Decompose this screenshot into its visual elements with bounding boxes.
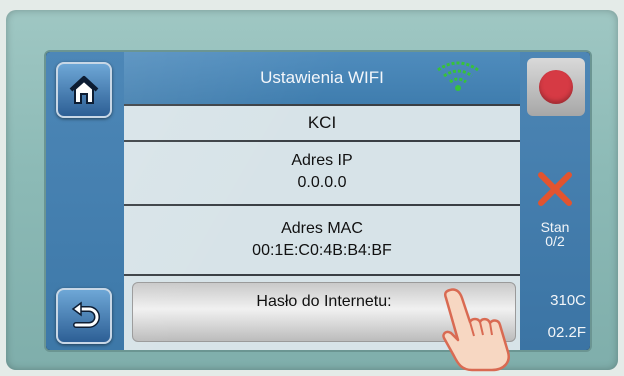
pointing-hand xyxy=(442,288,510,372)
record-icon xyxy=(539,70,573,104)
left-sidebar xyxy=(46,52,124,350)
mac-address-label: Adres MAC xyxy=(281,220,363,237)
reading-1: 310C xyxy=(550,292,586,309)
home-button[interactable] xyxy=(56,62,112,118)
title-bar: Ustawienia WIFI xyxy=(124,52,520,104)
wifi-icon xyxy=(437,61,479,91)
ip-address-value: 0.0.0.0 xyxy=(297,174,347,191)
home-icon xyxy=(69,76,99,104)
network-name-row[interactable]: KCI xyxy=(124,104,520,140)
page-title: Ustawienia WIFI xyxy=(260,68,384,87)
ip-address-row: Adres IP 0.0.0.0 xyxy=(124,140,520,204)
password-label: Hasło do Internetu: xyxy=(256,293,392,310)
status-label: Stan xyxy=(540,219,570,235)
mac-address-value: 00:1E:C0:4B:B4:BF xyxy=(252,242,392,259)
ip-address-label: Adres IP xyxy=(291,152,353,169)
back-button[interactable] xyxy=(56,288,112,344)
back-arrow-icon xyxy=(71,301,100,328)
network-name: KCI xyxy=(307,113,337,132)
status-value: 0/2 xyxy=(545,233,565,249)
mac-address-row: Adres MAC 00:1E:C0:4B:B4:BF xyxy=(124,204,520,274)
close-x-icon xyxy=(538,172,572,206)
reading-2: 02.2F xyxy=(547,324,586,341)
record-button[interactable] xyxy=(527,58,585,116)
status-indicator: Stan 0/2 xyxy=(520,220,590,248)
